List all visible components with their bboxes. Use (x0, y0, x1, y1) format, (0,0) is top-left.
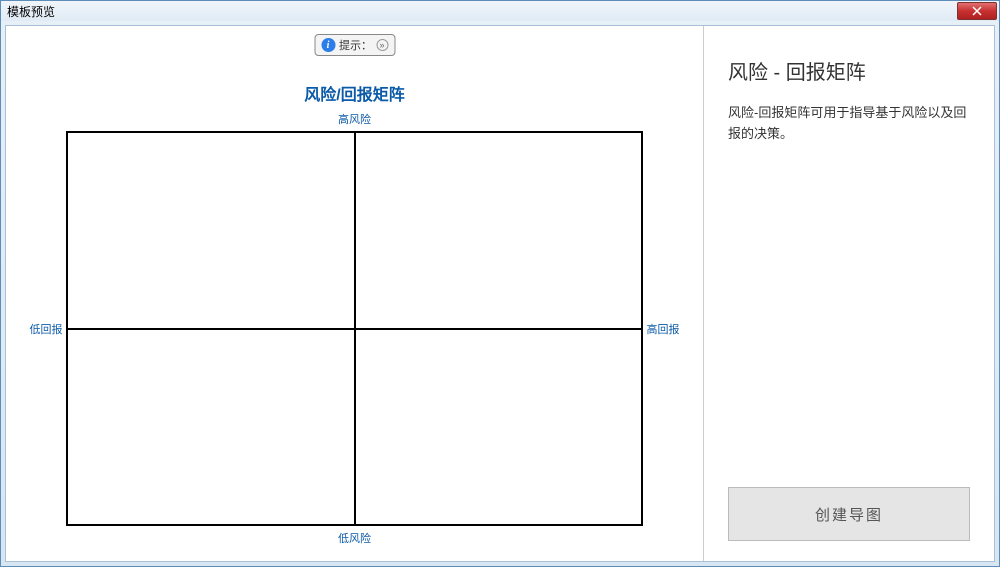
matrix-body: 低回报 高回报 (26, 131, 683, 526)
matrix-grid (66, 131, 643, 526)
matrix-title: 风险/回报矩阵 (26, 81, 683, 105)
preview-panel: i 提示： » 风险/回报矩阵 高风险 低回报 高回报 低风险 (6, 26, 704, 561)
template-description: 风险-回报矩阵可用于指导基于风险以及回报的决策。 (728, 103, 970, 145)
matrix-bottom-axis-label: 低风险 (26, 530, 683, 546)
matrix-left-axis-label: 低回报 (26, 321, 66, 337)
info-top: 风险 - 回报矩阵 风险-回报矩阵可用于指导基于风险以及回报的决策。 (728, 56, 970, 145)
hint-label: 提示： (339, 37, 372, 53)
matrix-diagram: 风险/回报矩阵 高风险 低回报 高回报 低风险 (26, 81, 683, 551)
close-button[interactable] (957, 2, 997, 20)
hint-box: i 提示： » (314, 34, 395, 56)
titlebar: 模板预览 (1, 1, 999, 21)
expand-hint-button[interactable]: » (376, 39, 388, 51)
template-preview-window: 模板预览 i 提示： » 风险/回报矩阵 高风险 低回报 (0, 0, 1000, 567)
window-title: 模板预览 (7, 3, 55, 20)
matrix-top-axis-label: 高风险 (26, 111, 683, 127)
content-area: i 提示： » 风险/回报矩阵 高风险 低回报 高回报 低风险 (5, 25, 995, 562)
info-panel: 风险 - 回报矩阵 风险-回报矩阵可用于指导基于风险以及回报的决策。 创建导图 (704, 26, 994, 561)
create-map-label: 创建导图 (815, 504, 883, 525)
template-name: 风险 - 回报矩阵 (728, 56, 970, 85)
info-icon: i (321, 38, 335, 52)
close-icon (972, 6, 982, 16)
matrix-right-axis-label: 高回报 (643, 321, 683, 337)
matrix-horizontal-divider (68, 328, 641, 330)
create-map-button[interactable]: 创建导图 (728, 487, 970, 541)
